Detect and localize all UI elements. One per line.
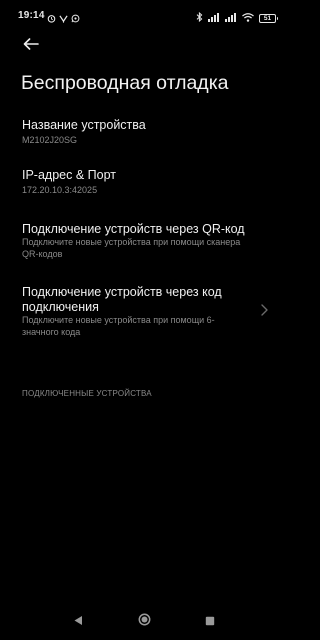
- navigation-bar: [0, 606, 288, 640]
- setting-ip-port-title: IP-адрес & Порт: [22, 168, 116, 182]
- status-time: 19:14: [18, 10, 45, 21]
- nav-back-button[interactable]: [68, 614, 88, 630]
- back-button[interactable]: [16, 34, 46, 58]
- nav-home-button[interactable]: [134, 613, 154, 631]
- paired-devices-header: ПОДКЛЮЧЕННЫЕ УСТРОЙСТВА: [22, 389, 152, 398]
- back-triangle-icon: [73, 613, 83, 631]
- setting-device-name-value: M2102J20SG: [22, 135, 78, 145]
- page-title: Беспроводная отладка: [21, 72, 229, 94]
- nav-recents-button[interactable]: [200, 614, 220, 630]
- wifi-icon: [242, 9, 254, 27]
- bluetooth-icon: [196, 9, 203, 27]
- setting-device-name[interactable]: Название устройства M2102J20SG: [0, 114, 288, 154]
- messenger-icon: [59, 10, 68, 28]
- status-left-icons: [47, 10, 80, 28]
- status-right-icons: 51: [196, 9, 278, 27]
- arrow-left-icon: [23, 37, 39, 55]
- setting-pair-qr-code-title: Подключение устройств через QR-код: [22, 222, 245, 236]
- setting-pair-qr-code-description: Подключите новые устройства при помощи с…: [22, 237, 241, 259]
- whatsapp-icon: [71, 10, 80, 28]
- recents-square-icon: [205, 613, 215, 631]
- home-circle-icon: [138, 613, 151, 631]
- setting-pair-code[interactable]: Подключение устройств через код подключе…: [0, 280, 288, 342]
- setting-pair-qr-code[interactable]: Подключение устройств через QR-код Подкл…: [0, 216, 288, 266]
- setting-ip-port[interactable]: IP-адрес & Порт 172.20.10.3:42025: [0, 164, 288, 204]
- status-bar: 19:14 51: [0, 0, 288, 34]
- setting-ip-port-value: 172.20.10.3:42025: [22, 185, 98, 195]
- setting-pair-code-description: Подключите новые устройства при помощи 6…: [22, 315, 215, 337]
- battery-icon: 51: [259, 13, 278, 23]
- clock-alarm-icon: [47, 10, 56, 28]
- setting-pair-code-title: Подключение устройств через код подключе…: [22, 285, 222, 314]
- setting-device-name-title: Название устройства: [22, 118, 146, 132]
- chevron-right-icon: [261, 303, 268, 321]
- signal-icon: [225, 9, 237, 27]
- signal-icon: [208, 9, 220, 27]
